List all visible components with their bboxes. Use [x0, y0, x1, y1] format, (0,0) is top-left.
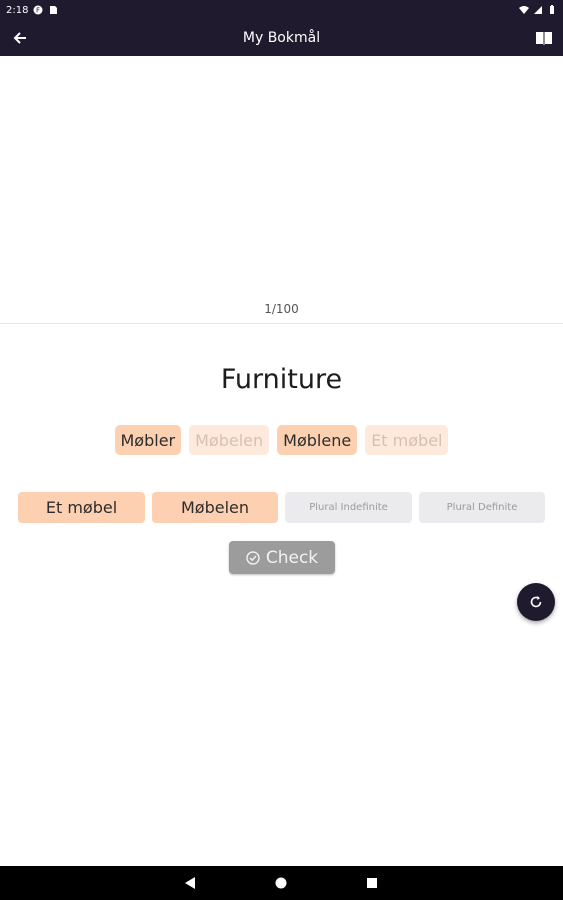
- svg-text:F: F: [36, 7, 40, 15]
- system-nav-bar: [0, 866, 563, 900]
- flashcard-area: [0, 56, 563, 323]
- choice-chip-moblene[interactable]: Møblene: [277, 425, 358, 455]
- answer-slots: Et møbel Møbelen Plural Indefinite Plura…: [18, 492, 545, 523]
- sd-card-icon: [50, 6, 58, 14]
- card-counter: 1/100: [264, 302, 299, 316]
- battery-icon: [550, 5, 554, 14]
- home-circle-icon[interactable]: [274, 876, 288, 890]
- check-button[interactable]: Check: [229, 541, 335, 574]
- status-time: 2:18: [6, 4, 29, 16]
- word-title: Furniture: [220, 364, 343, 395]
- choice-chip-mobelen: Møbelen: [189, 425, 270, 455]
- refresh-button[interactable]: [517, 583, 555, 621]
- app-title: My Bokmål: [242, 30, 321, 46]
- choice-chips: Møbler Møbelen Møblene Et møbel: [0, 425, 563, 455]
- choice-chip-et-mobel: Et møbel: [365, 425, 449, 455]
- choice-chip-mobler[interactable]: Møbler: [114, 425, 182, 455]
- slot-singular-definite[interactable]: Møbelen: [152, 492, 278, 523]
- app-notification-icon: F: [33, 5, 43, 15]
- back-triangle-icon[interactable]: [183, 876, 197, 890]
- recents-square-icon[interactable]: [365, 876, 379, 890]
- book-icon[interactable]: [535, 29, 553, 47]
- slot-plural-indefinite[interactable]: Plural Indefinite: [285, 492, 412, 523]
- divider: [0, 323, 563, 324]
- slot-singular-indefinite[interactable]: Et møbel: [18, 492, 145, 523]
- app-bar: My Bokmål: [0, 20, 563, 56]
- check-button-label: Check: [265, 547, 319, 568]
- check-circle-icon: [246, 550, 260, 565]
- status-bar: 2:18 F: [0, 0, 563, 20]
- refresh-icon: [530, 596, 542, 608]
- wifi-icon: [519, 6, 529, 14]
- slot-plural-definite[interactable]: Plural Definite: [419, 492, 545, 523]
- signal-icon: [534, 6, 542, 14]
